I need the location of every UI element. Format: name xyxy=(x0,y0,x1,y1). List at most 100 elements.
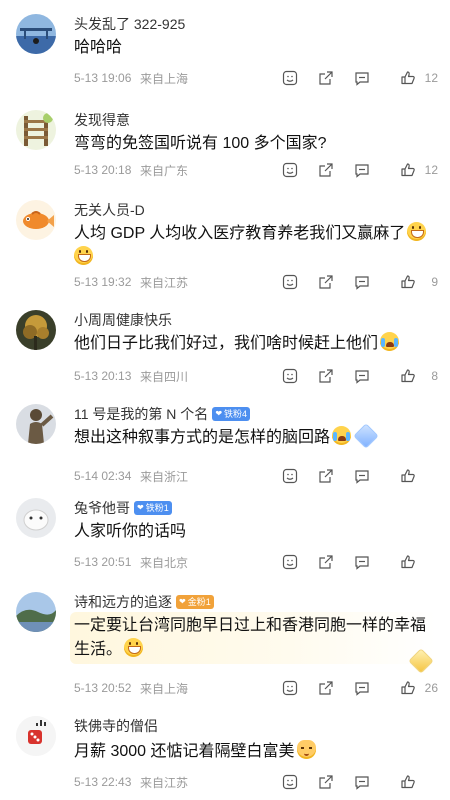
comment-time: 5-13 20:52 xyxy=(74,681,132,695)
comment-text: 他们日子比我们好过，我们啥时候赶上他们 xyxy=(74,332,428,356)
smile-icon[interactable] xyxy=(280,272,300,292)
comment-icon[interactable] xyxy=(352,366,372,386)
share-icon[interactable] xyxy=(316,366,336,386)
username[interactable]: 诗和远方的追逐 ❤ 金粉1 xyxy=(74,592,214,612)
comment-time: 5-13 20:51 xyxy=(74,555,132,569)
smile-icon[interactable] xyxy=(280,160,300,180)
avatar[interactable] xyxy=(16,404,56,444)
comment-text-line: 生活。 xyxy=(74,641,123,658)
username[interactable]: 兔爷他哥 ❤ 铁粉1 xyxy=(74,498,172,518)
comment-icon[interactable] xyxy=(352,160,372,180)
avatar[interactable] xyxy=(16,14,56,54)
comment-text-line: 他们日子比我们好过，我们啥时候赶上他们 xyxy=(74,335,379,352)
like-icon[interactable] xyxy=(398,160,418,180)
avatar[interactable] xyxy=(16,310,56,350)
comment-text-line: 想出这种叙事方式的是怎样的脑回路 xyxy=(74,429,331,446)
comment-text: 一定要让台湾同胞早日过上和香港同胞一样的幸福 生活。 xyxy=(74,614,428,662)
comment-meta: 5-13 19:32 来自江苏 9 xyxy=(74,272,440,292)
share-icon[interactable] xyxy=(316,772,336,792)
grin-emoji-icon xyxy=(407,222,427,241)
like-icon[interactable] xyxy=(398,466,418,486)
share-icon[interactable] xyxy=(316,68,336,88)
comment-meta: 5-13 19:06 来自上海 12 xyxy=(74,68,440,88)
avatar[interactable] xyxy=(16,498,56,538)
smile-icon[interactable] xyxy=(280,466,300,486)
like-count: 26 xyxy=(424,681,438,695)
comment-icon[interactable] xyxy=(352,68,372,88)
smile-icon[interactable] xyxy=(280,552,300,572)
like-count: 12 xyxy=(424,71,438,85)
like-icon[interactable] xyxy=(398,68,418,88)
comment-location: 来自广东 xyxy=(140,163,189,178)
comment-actions xyxy=(240,772,440,792)
username[interactable]: 铁佛寺的僧侣 xyxy=(74,716,158,736)
smile-icon[interactable] xyxy=(280,68,300,88)
comment-time: 5-13 19:06 xyxy=(74,71,132,85)
comment-meta: 5-13 20:52 来自上海 26 xyxy=(74,678,440,698)
comment-time: 5-13 22:43 xyxy=(74,775,132,789)
comment-text: 想出这种叙事方式的是怎样的脑回路 xyxy=(74,423,428,450)
fan-badge: ❤ 铁粉1 xyxy=(134,501,172,515)
smile-icon[interactable] xyxy=(280,366,300,386)
like-icon[interactable] xyxy=(398,552,418,572)
avatar[interactable] xyxy=(16,200,56,240)
like-icon[interactable] xyxy=(398,366,418,386)
comment-location: 来自四川 xyxy=(140,369,189,384)
comment-actions: 9 xyxy=(240,272,440,292)
username[interactable]: 小周周健康快乐 xyxy=(74,310,172,330)
comment-text-line: 一定要让台湾同胞早日过上和香港同胞一样的幸福 xyxy=(74,617,427,634)
fan-badge-label: 铁粉4 xyxy=(224,409,248,419)
username[interactable]: 11 号是我的第 N 个名 ❤ 铁粉4 xyxy=(74,404,251,424)
comment-time: 5-13 19:32 xyxy=(74,275,132,289)
avatar[interactable] xyxy=(16,592,56,632)
heart-icon: ❤ xyxy=(179,597,186,606)
comment-time: 5-13 20:18 xyxy=(74,163,132,177)
like-icon[interactable] xyxy=(398,772,418,792)
username-text[interactable]: 兔爷他哥 xyxy=(74,498,130,518)
comment-actions: 12 xyxy=(240,68,440,88)
grin-emoji-icon xyxy=(74,246,93,265)
share-icon[interactable] xyxy=(316,160,336,180)
share-icon[interactable] xyxy=(316,466,336,486)
share-icon[interactable] xyxy=(316,272,336,292)
like-icon[interactable] xyxy=(398,272,418,292)
comment-actions: 26 xyxy=(240,678,440,698)
fan-badge: ❤ 金粉1 xyxy=(176,595,214,609)
share-icon[interactable] xyxy=(316,552,336,572)
comment-text: 哈哈哈 xyxy=(74,39,123,56)
smile-icon[interactable] xyxy=(280,678,300,698)
comment-icon[interactable] xyxy=(352,678,372,698)
crying-emoji-icon xyxy=(380,332,400,351)
username-text[interactable]: 小周周健康快乐 xyxy=(74,310,172,330)
comment-time: 5-14 02:34 xyxy=(74,469,132,483)
username-text[interactable]: 无关人员-D xyxy=(74,200,145,220)
comment-text: 人家听你的话吗 xyxy=(74,523,187,540)
comment-meta: 5-13 20:13 来自四川 8 xyxy=(74,366,440,386)
avatar[interactable] xyxy=(16,110,56,150)
username[interactable]: 头发乱了 322-925 xyxy=(74,14,185,34)
username-text[interactable]: 头发乱了 322-925 xyxy=(74,14,185,34)
comment-location: 来自上海 xyxy=(140,681,189,696)
comment-icon[interactable] xyxy=(352,772,372,792)
share-icon[interactable] xyxy=(316,678,336,698)
username-text[interactable]: 诗和远方的追逐 xyxy=(74,592,172,612)
username[interactable]: 发现得意 xyxy=(74,110,130,130)
smile-icon[interactable] xyxy=(280,772,300,792)
username[interactable]: 无关人员-D xyxy=(74,200,145,220)
avatar[interactable] xyxy=(16,716,56,756)
comment-icon[interactable] xyxy=(352,552,372,572)
grin-emoji-icon xyxy=(124,638,144,657)
comment-text-line: 人均 GDP 人均收入医疗教育养老我们又赢麻了 xyxy=(74,225,406,242)
comment-icon[interactable] xyxy=(352,466,372,486)
username-text[interactable]: 11 号是我的第 N 个名 xyxy=(74,404,208,424)
like-icon[interactable] xyxy=(398,678,418,698)
comment-location: 来自北京 xyxy=(140,555,189,570)
username-text[interactable]: 铁佛寺的僧侣 xyxy=(74,716,158,736)
cat-emoji-icon xyxy=(296,740,316,759)
comment-location: 来自江苏 xyxy=(140,275,189,290)
like-count: 12 xyxy=(424,163,438,177)
comment-meta: 5-13 22:43 来自江苏 xyxy=(74,772,440,792)
username-text[interactable]: 发现得意 xyxy=(74,110,130,130)
crying-emoji-icon xyxy=(332,426,352,445)
comment-icon[interactable] xyxy=(352,272,372,292)
